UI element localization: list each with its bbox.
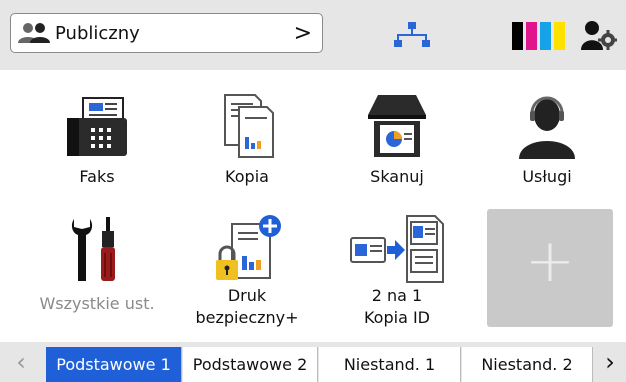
chevron-right-icon[interactable]: ›: [594, 342, 626, 382]
copy-label: Kopia: [225, 167, 269, 186]
all-settings-label: Wszystkie ust.: [39, 294, 155, 313]
chevron-left-icon[interactable]: ‹: [0, 342, 42, 382]
add-shortcut-button[interactable]: +: [487, 209, 613, 327]
ink-toner-icon[interactable]: [512, 22, 565, 50]
support-agent-icon: [488, 86, 606, 166]
ink-yellow-level: [554, 22, 565, 50]
status-bar: Publiczny >: [0, 0, 626, 70]
admin-settings-icon[interactable]: [581, 20, 617, 54]
tab-bar: ‹ Podstawowe 1 Podstawowe 2 Niestand. 1 …: [0, 342, 626, 382]
fax-tile[interactable]: Faks: [38, 86, 156, 206]
id-copy-tile[interactable]: 2 na 1 Kopia ID: [338, 209, 456, 329]
secure-print-label-line1: Druk: [227, 286, 267, 305]
ink-magenta-level: [526, 22, 537, 50]
scan-tile[interactable]: Skanuj: [338, 86, 456, 206]
tab-niestand-2[interactable]: Niestand. 2: [462, 347, 593, 382]
plus-icon: +: [524, 226, 576, 296]
support-label: Usługi: [522, 167, 572, 186]
copy-icon: [188, 86, 306, 166]
tools-icon: [38, 209, 156, 289]
fax-label: Faks: [79, 167, 115, 186]
scan-label: Skanuj: [370, 167, 424, 186]
chevron-right-icon: >: [293, 21, 312, 46]
fax-icon: [38, 86, 156, 166]
scan-icon: [338, 86, 456, 166]
ink-black-level: [512, 22, 523, 50]
id-copy-label-line2: Kopia ID: [363, 308, 430, 327]
all-settings-tile[interactable]: Wszystkie ust.: [38, 209, 156, 329]
secure-print-icon: [188, 209, 306, 289]
users-icon: [17, 22, 51, 48]
network-icon[interactable]: [393, 22, 431, 52]
profile-selector-button[interactable]: Publiczny >: [10, 13, 323, 53]
profile-label: Publiczny: [55, 23, 140, 44]
support-tile[interactable]: Usługi: [488, 86, 606, 206]
tab-niestand-1[interactable]: Niestand. 1: [319, 347, 461, 382]
copy-tile[interactable]: Kopia: [188, 86, 306, 206]
ink-cyan-level: [540, 22, 551, 50]
tab-podstawowe-2[interactable]: Podstawowe 2: [183, 347, 318, 382]
secure-print-tile[interactable]: Druk bezpieczny+: [188, 209, 306, 329]
id-copy-icon: [338, 209, 456, 289]
secure-print-label-line2: bezpieczny+: [195, 308, 299, 327]
id-copy-label-line1: 2 na 1: [371, 286, 423, 305]
tab-podstawowe-1[interactable]: Podstawowe 1: [46, 347, 182, 382]
